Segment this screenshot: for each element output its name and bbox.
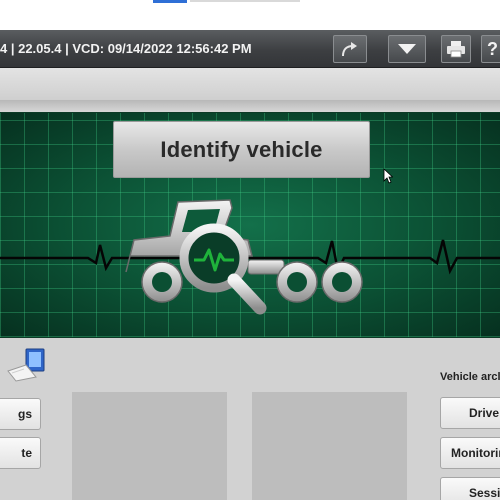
pc-icon <box>7 348 45 382</box>
print-icon <box>447 41 465 58</box>
divider <box>190 0 300 2</box>
identify-vehicle-label: Identify vehicle <box>160 136 323 162</box>
vehicle-diagnosis-icon <box>125 199 363 315</box>
forward-arrow-icon <box>342 42 357 57</box>
top-strip <box>0 0 500 30</box>
title-bar: 4 | 22.05.4 | VCD: 09/14/2022 12:56:42 P… <box>0 30 500 68</box>
sessions-button-label: Sessi <box>469 486 500 500</box>
empty-tile <box>252 392 407 500</box>
identify-vehicle-button[interactable]: Identify vehicle <box>113 121 370 178</box>
drive-button-label: Drive <box>469 406 500 420</box>
left-button-2-label: te <box>21 446 32 460</box>
vehicle-archive-label: Vehicle arcl <box>440 371 500 383</box>
dropdown-arrow-icon <box>398 44 416 54</box>
mouse-cursor <box>383 168 393 184</box>
left-button-2[interactable]: te <box>0 437 41 469</box>
help-button[interactable]: ? <box>481 35 500 63</box>
dropdown-button[interactable] <box>388 35 426 63</box>
monitoring-button[interactable]: Monitorin <box>440 437 500 469</box>
window-title: 4 | 22.05.4 | VCD: 09/14/2022 12:56:42 P… <box>0 41 252 56</box>
empty-tile <box>72 392 227 500</box>
sessions-button[interactable]: Sessi <box>440 477 500 500</box>
left-button-1[interactable]: gs <box>0 398 41 430</box>
help-icon: ? <box>487 38 498 59</box>
print-button[interactable] <box>441 35 471 63</box>
drive-button[interactable]: Drive <box>440 397 500 429</box>
toolbar-band <box>0 68 500 100</box>
monitoring-button-label: Monitorin <box>451 446 500 460</box>
tab-remnant <box>153 0 187 3</box>
toolbar-shadow <box>0 100 500 112</box>
forward-button[interactable] <box>333 35 367 63</box>
left-button-1-label: gs <box>17 407 32 421</box>
app-window: 4 | 22.05.4 | VCD: 09/14/2022 12:56:42 P… <box>0 0 500 500</box>
